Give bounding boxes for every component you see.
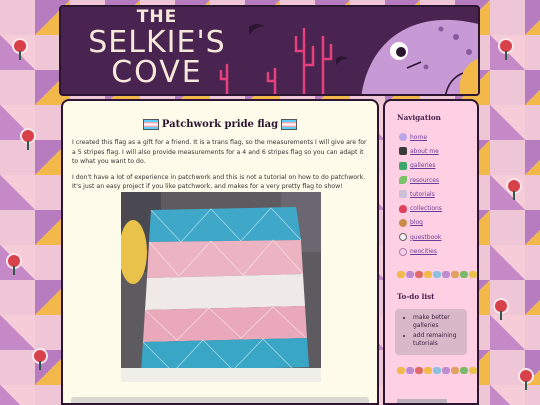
flower-decoration: [34, 350, 46, 370]
main-content: Patchwork pride flag I created this flag…: [61, 99, 379, 405]
emoji-divider: [397, 270, 477, 278]
site-title[interactable]: THE SELKIE'S COVE: [87, 9, 227, 88]
nav-link-resources[interactable]: resources: [410, 177, 439, 184]
nav-link-collections[interactable]: collections: [410, 205, 442, 212]
gallery-icon: [399, 161, 407, 170]
post-paragraph: I don't have a lot of experience in patc…: [72, 173, 366, 191]
flower-decoration: [495, 300, 507, 320]
nav-item-galleries[interactable]: galleries: [399, 159, 477, 173]
flower-decoration: [8, 255, 20, 275]
site-title-line1: THE: [136, 7, 178, 27]
site-title-line2: SELKIE'S: [88, 25, 226, 60]
nav-item-blog[interactable]: blog: [399, 216, 477, 230]
nav-list: home about me galleries resources tutori…: [399, 130, 477, 259]
cookie-icon: [399, 218, 407, 227]
post-paragraph: I created this flag as a gift for a frie…: [72, 139, 367, 166]
scroll-hint-bar: [71, 397, 369, 403]
bubble-icon: [399, 133, 407, 142]
todo-item: make better galleries: [413, 314, 463, 330]
post-title-text: Patchwork pride flag: [161, 119, 279, 130]
leaf-icon: [399, 176, 407, 185]
flower-decoration: [508, 180, 520, 200]
trans-flag-icon: [281, 119, 298, 130]
nav-link-galleries[interactable]: galleries: [410, 162, 435, 169]
nav-item-tutorials[interactable]: tutorials: [399, 187, 477, 201]
nav-link-home[interactable]: home: [410, 134, 427, 141]
nav-item-about-me[interactable]: about me: [399, 144, 477, 158]
nav-item-neocities[interactable]: neocities: [399, 244, 477, 258]
site-title-line3: COVE: [111, 55, 203, 90]
nav-item-collections[interactable]: collections: [399, 201, 477, 215]
nav-item-guestbook[interactable]: guestbook: [399, 230, 477, 244]
todo-heading: To-do list: [397, 291, 435, 301]
nav-item-home[interactable]: home: [399, 130, 477, 144]
strawberry-icon: [399, 204, 407, 213]
nav-link-guestbook[interactable]: guestbook: [410, 234, 441, 241]
nav-item-resources[interactable]: resources: [399, 173, 477, 187]
clip-icon: [399, 190, 407, 199]
nav-link-tutorials[interactable]: tutorials: [410, 191, 435, 198]
emoji-divider: [397, 367, 477, 375]
camera-icon: [399, 147, 407, 156]
navigation-heading: Navigation: [397, 113, 441, 122]
todo-list: make better galleries add remaining tuto…: [399, 314, 463, 348]
site-banner: THE SELKIE'S COVE: [59, 5, 480, 96]
flower-decoration: [14, 40, 26, 60]
patchwork-flag-photo: [121, 192, 321, 382]
nav-link-about-me[interactable]: about me: [410, 148, 439, 155]
nav-link-neocities[interactable]: neocities: [410, 248, 437, 255]
nav-link-blog[interactable]: blog: [410, 219, 423, 226]
flower-decoration: [520, 370, 532, 390]
sidebar-footer-badge: [397, 399, 447, 403]
sidebar: Navigation home about me galleries resou…: [383, 99, 479, 405]
todo-item: add remaining tutorials: [413, 332, 463, 348]
flower-decoration: [500, 40, 512, 60]
flower-decoration: [22, 130, 34, 150]
cloud-icon: [399, 247, 407, 256]
todo-box: make better galleries add remaining tuto…: [395, 308, 467, 356]
trans-flag-icon: [142, 119, 159, 130]
skull-icon: [399, 233, 407, 242]
post-title: Patchwork pride flag: [63, 119, 377, 130]
